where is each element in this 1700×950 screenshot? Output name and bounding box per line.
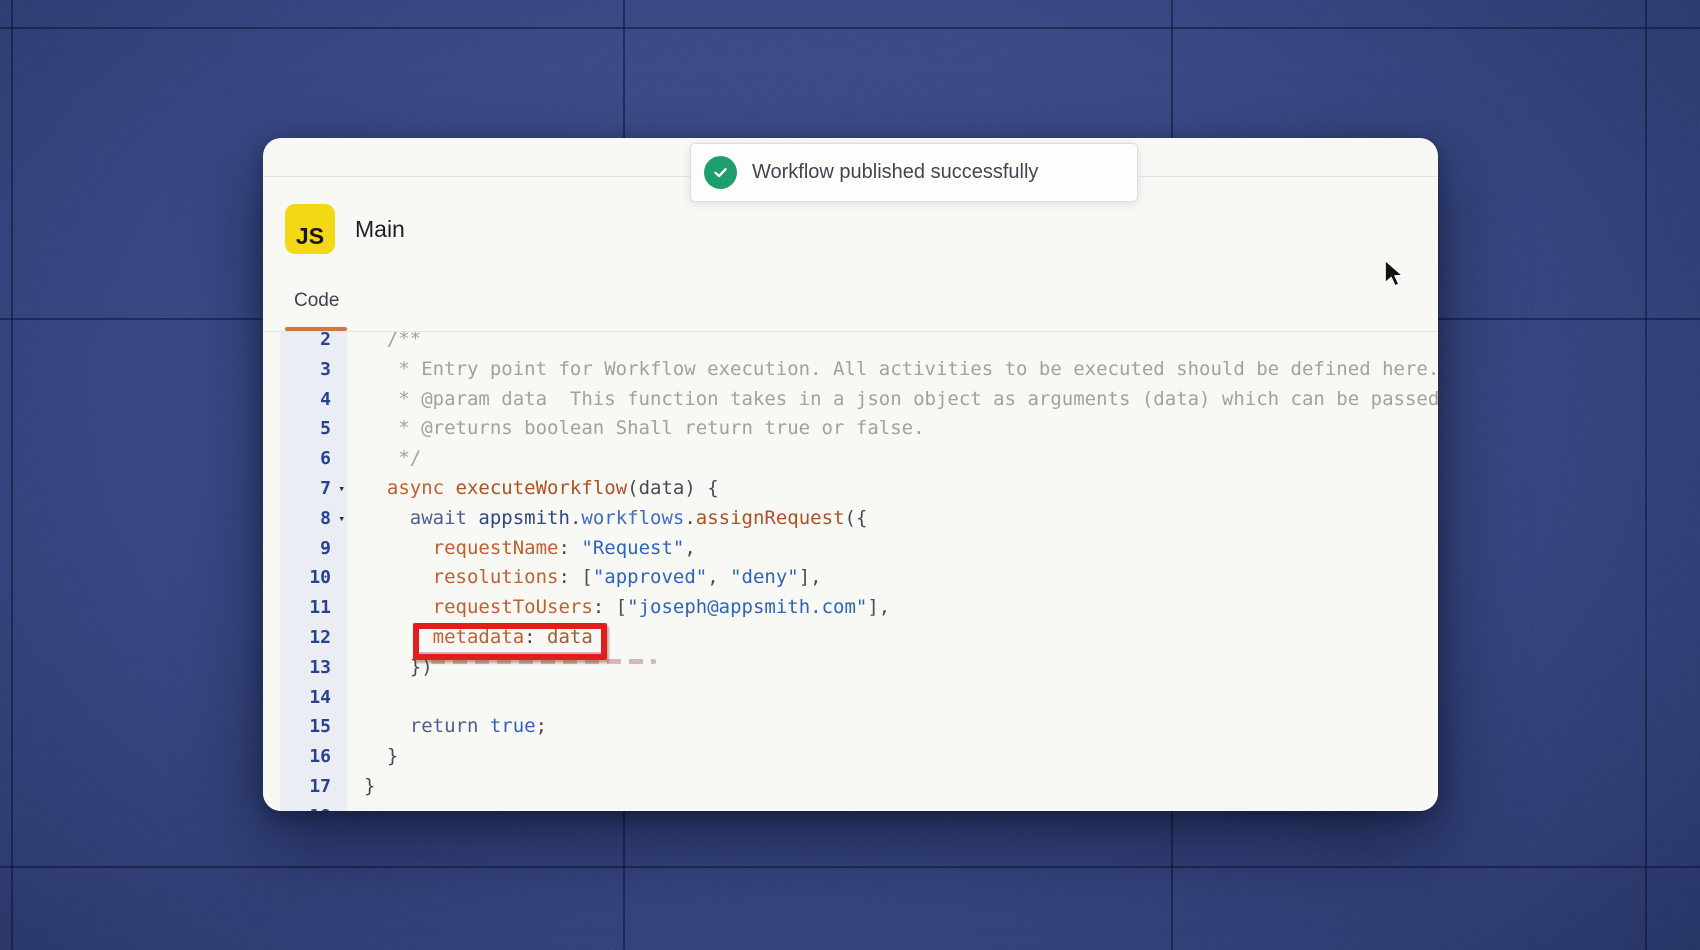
line-number: 15 [280, 712, 347, 742]
page-background: JS Main Code 2 /**3 * Entry point for Wo… [0, 0, 1700, 950]
code-line-text: resolutions: ["approved", "deny"], [347, 563, 822, 593]
line-number: 17 [280, 772, 347, 802]
code-line[interactable]: 8▾ await appsmith.workflows.assignReques… [263, 504, 1438, 534]
code-line[interactable]: 14 [263, 683, 1438, 713]
code-line-text: } [347, 742, 398, 772]
line-number: 10 [280, 563, 347, 593]
code-line[interactable]: 3 * Entry point for Workflow execution. … [263, 355, 1438, 385]
line-number: 16 [280, 742, 347, 772]
code-line[interactable]: 9 requestName: "Request", [263, 534, 1438, 564]
line-number: 3 [280, 355, 347, 385]
code-line[interactable]: 15 return true; [263, 712, 1438, 742]
code-line[interactable]: 7▾ async executeWorkflow(data) { [263, 474, 1438, 504]
line-number: 12 [280, 623, 347, 653]
code-line[interactable]: 16 } [263, 742, 1438, 772]
code-line[interactable]: 2 /** [263, 332, 1438, 355]
code-line-text: */ [347, 444, 421, 474]
line-number: 14 [280, 683, 347, 713]
code-line-text: requestName: "Request", [347, 534, 696, 564]
code-line[interactable]: 4 * @param data This function takes in a… [263, 385, 1438, 415]
line-number: 18 [280, 802, 347, 811]
annotation-box [413, 623, 607, 660]
code-lines: 2 /**3 * Entry point for Workflow execut… [263, 332, 1438, 811]
fold-caret-icon[interactable]: ▾ [338, 474, 345, 504]
line-number: 6 [280, 444, 347, 474]
code-line-text: /** [347, 332, 421, 355]
code-line[interactable]: 12 metadata: data [263, 623, 1438, 653]
check-circle-icon [704, 156, 737, 189]
line-number: 2 [280, 332, 347, 355]
grid-line [0, 27, 1700, 29]
line-number: 4 [280, 385, 347, 415]
code-line[interactable]: 11 requestToUsers: ["joseph@appsmith.com… [263, 593, 1438, 623]
code-line[interactable]: 5 * @returns boolean Shall return true o… [263, 414, 1438, 444]
tab-code[interactable]: Code [294, 290, 339, 312]
code-line[interactable]: 18 [263, 802, 1438, 811]
code-line-text: * @param data This function takes in a j… [347, 385, 1438, 415]
line-number: 11 [280, 593, 347, 623]
line-number: 8▾ [280, 504, 347, 534]
fold-caret-icon[interactable]: ▾ [338, 504, 345, 534]
code-line[interactable]: 10 resolutions: ["approved", "deny"], [263, 563, 1438, 593]
grid-line [11, 0, 13, 950]
code-line-text: } [347, 772, 375, 802]
code-line[interactable]: 6 */ [263, 444, 1438, 474]
line-number: 13 [280, 653, 347, 683]
toast-message: Workflow published successfully [752, 161, 1038, 184]
code-line[interactable]: 17} [263, 772, 1438, 802]
js-icon-text: JS [296, 223, 324, 250]
code-line-text: await appsmith.workflows.assignRequest({ [347, 504, 867, 534]
code-line-text: return true; [347, 712, 547, 742]
line-number: 7▾ [280, 474, 347, 504]
code-line-text: async executeWorkflow(data) { [347, 474, 719, 504]
grid-line [0, 866, 1700, 868]
code-line-text: requestToUsers: ["joseph@appsmith.com"], [347, 593, 890, 623]
code-line-text [347, 802, 364, 811]
code-line-text: * Entry point for Workflow execution. Al… [347, 355, 1438, 385]
line-number: 5 [280, 414, 347, 444]
grid-line [1645, 0, 1647, 950]
page-title: Main [355, 216, 405, 243]
workflow-editor-window: JS Main Code 2 /**3 * Entry point for Wo… [263, 138, 1438, 811]
code-editor[interactable]: 2 /**3 * Entry point for Workflow execut… [263, 332, 1438, 811]
code-line-text [347, 683, 364, 713]
toast-notification: Workflow published successfully [690, 143, 1138, 202]
js-icon: JS [285, 204, 335, 254]
line-number: 9 [280, 534, 347, 564]
code-line-text: * @returns boolean Shall return true or … [347, 414, 925, 444]
